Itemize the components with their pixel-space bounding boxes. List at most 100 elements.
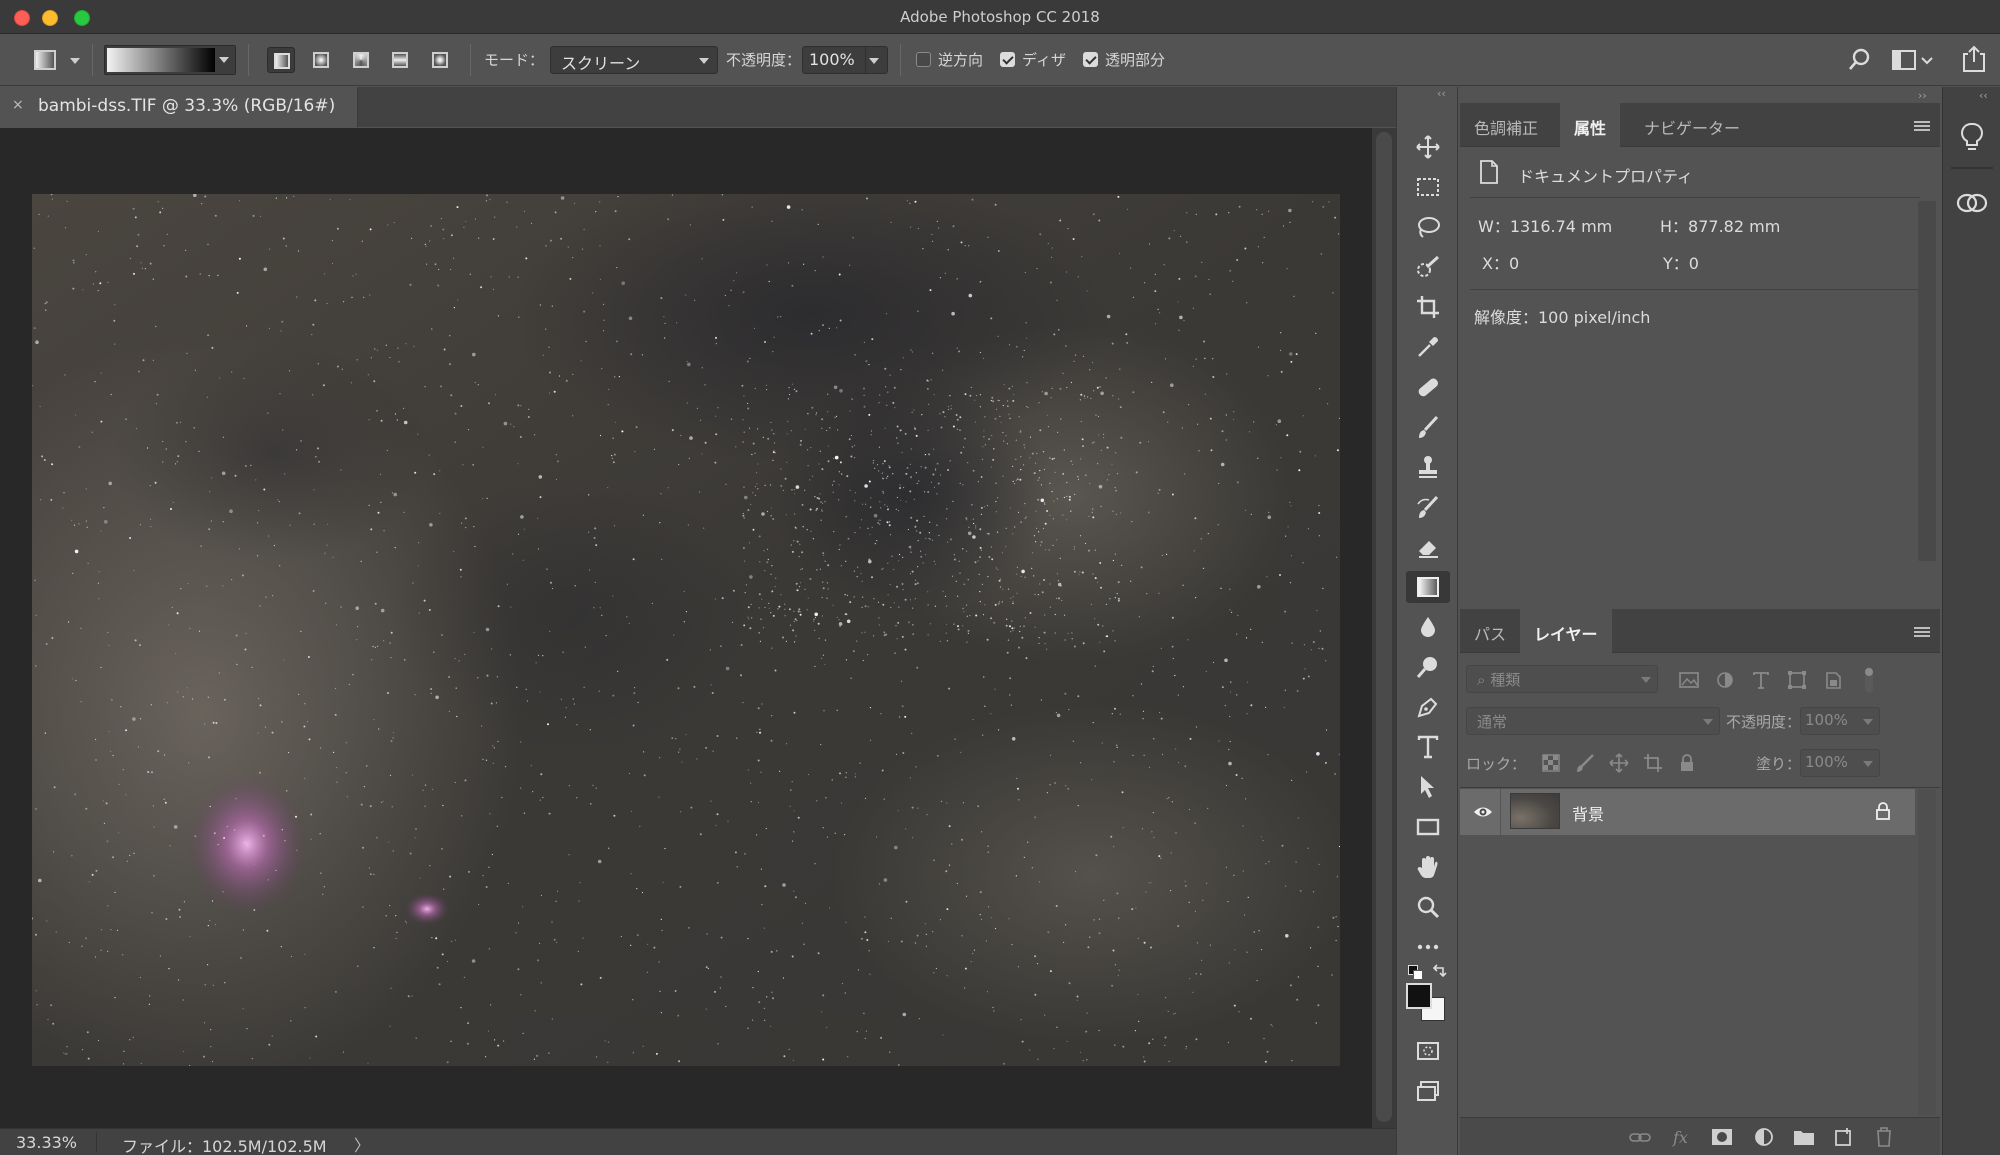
adjustment-icon[interactable] xyxy=(1752,1126,1776,1148)
libraries-icon[interactable] xyxy=(1949,183,1995,223)
collapse-strip-icon[interactable]: ‹‹ xyxy=(1979,89,1988,102)
close-tab-icon[interactable]: × xyxy=(12,97,24,113)
blur-tool[interactable] xyxy=(1406,611,1450,643)
rectangle-tool[interactable] xyxy=(1406,811,1450,843)
tab-navigator[interactable]: ナビゲーター xyxy=(1630,103,1754,147)
mask-icon[interactable] xyxy=(1710,1126,1734,1148)
filter-adjustment-icon[interactable] xyxy=(1714,669,1736,691)
healing-tool[interactable] xyxy=(1406,371,1450,403)
screen-mode-button[interactable] xyxy=(1406,1075,1450,1107)
trash-icon[interactable] xyxy=(1872,1126,1896,1148)
gradient-tool[interactable] xyxy=(1406,571,1450,603)
history-brush-tool[interactable] xyxy=(1406,491,1450,523)
lock-artboard-icon[interactable] xyxy=(1642,752,1664,774)
lasso-tool[interactable] xyxy=(1406,211,1450,243)
fill-value: 100% xyxy=(1805,753,1848,771)
linear-gradient-icon xyxy=(274,53,290,69)
filter-smart-object-icon[interactable] xyxy=(1822,669,1844,691)
search-icon[interactable] xyxy=(1846,46,1874,74)
lock-position-icon[interactable] xyxy=(1608,752,1630,774)
filter-type-icon[interactable] xyxy=(1750,669,1772,691)
filter-pixel-icon[interactable] xyxy=(1678,669,1700,691)
fill-field[interactable]: 100% xyxy=(1800,749,1880,777)
more-tools-button[interactable] xyxy=(1406,931,1450,963)
panel-menu-icon[interactable] xyxy=(1914,121,1930,131)
linear-gradient-button[interactable] xyxy=(267,47,295,73)
eye-icon[interactable] xyxy=(1472,801,1494,823)
default-colors-icon[interactable] xyxy=(1408,965,1424,981)
eyedropper-tool[interactable] xyxy=(1406,331,1450,363)
path-select-tool[interactable] xyxy=(1406,771,1450,803)
type-tool[interactable] xyxy=(1406,731,1450,763)
new-layer-icon[interactable] xyxy=(1832,1126,1856,1148)
link-icon[interactable] xyxy=(1628,1126,1652,1148)
tab-paths[interactable]: パス xyxy=(1460,609,1520,653)
hand-tool[interactable] xyxy=(1406,851,1450,883)
angle-gradient-button[interactable] xyxy=(347,47,375,73)
fx-icon[interactable]: fx xyxy=(1670,1126,1694,1148)
gradient-icon xyxy=(1417,577,1439,597)
quick-select-icon xyxy=(1417,255,1440,277)
document-image[interactable] xyxy=(32,194,1340,1066)
foreground-color-swatch[interactable] xyxy=(1406,983,1432,1009)
diamond-gradient-button[interactable] xyxy=(426,47,454,73)
scroll-thumb[interactable] xyxy=(1376,132,1392,1122)
workspace-icon[interactable] xyxy=(1890,46,1940,74)
radial-gradient-button[interactable] xyxy=(307,47,335,73)
transparency-checkbox[interactable] xyxy=(1083,52,1098,67)
tab-properties[interactable]: 属性 xyxy=(1560,103,1621,147)
learn-icon[interactable] xyxy=(1949,117,1995,157)
stamp-tool[interactable] xyxy=(1406,451,1450,483)
share-icon[interactable] xyxy=(1960,44,1988,74)
layer-thumbnail[interactable] xyxy=(1510,793,1560,829)
lock-image-pixels-icon[interactable] xyxy=(1574,752,1596,774)
layer-opacity-field[interactable]: 100% xyxy=(1800,707,1880,735)
chevron-down-icon xyxy=(869,58,879,64)
crop-tool[interactable] xyxy=(1406,291,1450,323)
filter-shape-icon[interactable] xyxy=(1786,669,1808,691)
lock-transparent-pixels-icon[interactable] xyxy=(1540,752,1562,774)
layer-row[interactable]: 背景 xyxy=(1460,789,1915,835)
zoom-icon xyxy=(1417,896,1440,919)
reverse-checkbox[interactable] xyxy=(916,52,931,67)
blend-mode-select[interactable]: 通常 xyxy=(1466,707,1720,735)
blend-mode-value: 通常 xyxy=(1477,713,1508,731)
quick-mask-icon xyxy=(1417,1042,1439,1060)
status-menu-arrow[interactable]: 〉 xyxy=(354,1132,370,1155)
pen-tool[interactable] xyxy=(1406,691,1450,723)
collapse-toolbar-icon[interactable]: ‹‹ xyxy=(1437,87,1446,100)
layer-name[interactable]: 背景 xyxy=(1572,801,1604,825)
tool-preset-picker[interactable] xyxy=(30,47,80,73)
quick-select-tool[interactable] xyxy=(1406,251,1450,283)
properties-section-title: ドキュメントプロパティ xyxy=(1518,167,1694,186)
tab-layers[interactable]: レイヤー xyxy=(1520,609,1612,653)
ellipsis-icon xyxy=(1417,944,1439,950)
filter-toggle-icon[interactable] xyxy=(1858,665,1880,693)
document-tab[interactable]: × bambi-dss.TIF @ 33.3% (RGB/16#) xyxy=(0,87,358,127)
zoom-tool[interactable] xyxy=(1406,891,1450,923)
opacity-field[interactable]: 100% xyxy=(802,46,888,74)
properties-scrollbar[interactable] xyxy=(1918,201,1936,561)
move-tool[interactable] xyxy=(1406,131,1450,163)
marquee-tool[interactable] xyxy=(1406,171,1450,203)
eyedropper-icon xyxy=(1418,337,1438,357)
lock-all-icon[interactable] xyxy=(1676,752,1698,774)
reflected-gradient-button[interactable] xyxy=(386,47,414,73)
mode-select[interactable]: スクリーン xyxy=(550,46,718,74)
panel-menu-icon[interactable] xyxy=(1914,627,1930,637)
folder-icon[interactable] xyxy=(1792,1126,1816,1148)
canvas-vertical-scrollbar[interactable] xyxy=(1372,128,1396,1128)
tab-adjustments[interactable]: 色調補正 xyxy=(1460,103,1552,147)
gradient-picker[interactable] xyxy=(104,45,236,75)
layers-scrollbar[interactable] xyxy=(1918,789,1936,1115)
gradient-tool-icon xyxy=(34,50,56,70)
quick-mask-button[interactable] xyxy=(1406,1035,1450,1067)
swap-colors-icon[interactable] xyxy=(1431,963,1447,979)
collapse-panels-icon[interactable]: ›› xyxy=(1918,89,1927,102)
dodge-tool[interactable] xyxy=(1406,651,1450,683)
layer-filter-select[interactable]: ⌕ 種類 xyxy=(1466,665,1658,693)
zoom-level[interactable]: 33.33% xyxy=(16,1133,77,1152)
eraser-tool[interactable] xyxy=(1406,531,1450,563)
dither-checkbox[interactable] xyxy=(1000,52,1015,67)
brush-tool[interactable] xyxy=(1406,411,1450,443)
